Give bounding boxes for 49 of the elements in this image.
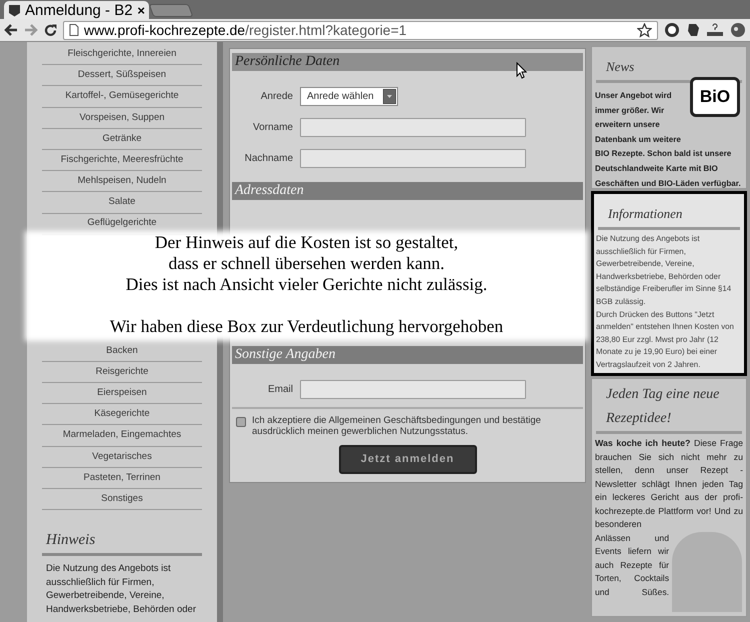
notice-text: Die Nutzung des Angebots ist ausschließlich für Firmen, Gewerbetreibende, Vereine, Handwerksbetriebe, Behörden oder <box>45 562 197 616</box>
category-link[interactable]: Kartoffel-, Gemüsegerichte <box>42 86 202 108</box>
category-link[interactable]: Fischgerichte, Meeresfrüchte <box>42 150 202 172</box>
news-text-line: immer größer. Wir <box>595 104 664 117</box>
annotation-text: Wir haben diese Box zur Verdeutlichung hervorgehoben <box>110 316 504 337</box>
section-heading: Jeden Tag eine neue Rezeptidee! <box>606 387 720 426</box>
url-text: www.profi-kochrezepte.de/register.html?kategorie=1 <box>84 23 407 37</box>
salutation-dropdown[interactable]: Anrede wählen <box>300 87 398 106</box>
annotation-text: Dies ist nach Ansicht vieler Gerichte nicht zulässig. <box>126 274 488 295</box>
category-link[interactable]: Pasteten, Terrinen <box>42 468 202 489</box>
news-text-line: Deutschlandweite Karte mit BIO <box>595 162 718 175</box>
newsletter-text: Was koche ich heute? Diese Frage brauchen Sie sich nicht mehr zu stellen, denn unser Rezept - Newsletter schlägt Ihnen jeden Tag ein leckeres Gericht aus der profi-kochrezepte.de Plattform vor! Und zu besonderen <box>594 437 744 531</box>
category-link[interactable]: Getränke <box>42 128 202 150</box>
category-link[interactable]: Vorspeisen, Suppen <box>42 108 202 129</box>
category-link[interactable]: Reisgerichte <box>42 362 202 384</box>
section-heading: Hinweis <box>44 532 96 548</box>
news-text-line: BIO Rezepte. Schon bald ist unsere <box>595 148 732 160</box>
category-link[interactable]: Eierspeisen <box>42 383 202 404</box>
field-label: Vorname <box>252 122 293 133</box>
category-link[interactable]: Marmeladen, Eingemachtes <box>42 425 202 447</box>
newsletter-text: Anlässen und Events liefern wir auch Rezepte für Torten, Cocktails und Süßes. <box>594 532 670 598</box>
section-heading: Informationen <box>608 206 682 221</box>
news-text-line: Unser Angebot wird <box>595 90 672 102</box>
register-button[interactable]: Jetzt anmelden <box>338 445 476 474</box>
address-bar[interactable]: www.profi-kochrezepte.de/register.html?kategorie=1 <box>63 20 658 40</box>
close-tab-button[interactable]: × <box>137 4 145 16</box>
section-title: Persönliche Daten <box>235 55 340 69</box>
browser-tab[interactable]: Anmeldung - B2 × <box>4 1 149 19</box>
news-text-line: Geschäften und BIO-Läden verfügbar. <box>595 178 741 188</box>
terms-text: Ich akzeptiere die Allgemeinen Geschäftsbedingungen und bestätige ausdrücklich meinen gewerblichen Nutzungsstatus. <box>252 415 542 437</box>
section-heading: News <box>606 59 634 74</box>
annotation-text: dass er schnell übersehen werden kann. <box>168 253 444 274</box>
section-title: Adressdaten <box>235 184 304 198</box>
category-link[interactable]: Fleischgerichte, Innereien <box>42 44 202 66</box>
category-link[interactable]: Mehlspeisen, Nudeln <box>42 171 202 192</box>
category-link[interactable]: Dessert, Süßspeisen <box>42 65 202 86</box>
field-label: Anrede <box>260 91 293 102</box>
news-text-line: Datenbank um weitere <box>595 134 681 146</box>
news-text-line: erweitern unsere <box>595 119 660 132</box>
tab-title: Anmeldung - B2 <box>25 2 133 18</box>
organic-label-badge: BiO <box>690 77 740 117</box>
category-link[interactable]: Sonstiges <box>42 489 202 510</box>
annotation-text: Der Hinweis auf die Kosten ist so gestaltet, <box>154 232 458 253</box>
category-link[interactable]: Vegetarisches <box>42 446 202 468</box>
category-link[interactable]: Käsegerichte <box>42 404 202 426</box>
section-title: Sonstige Angaben <box>235 348 336 362</box>
field-label: Email <box>268 384 293 395</box>
field-label: Nachname <box>244 153 293 164</box>
category-link[interactable]: Salate <box>42 192 202 214</box>
